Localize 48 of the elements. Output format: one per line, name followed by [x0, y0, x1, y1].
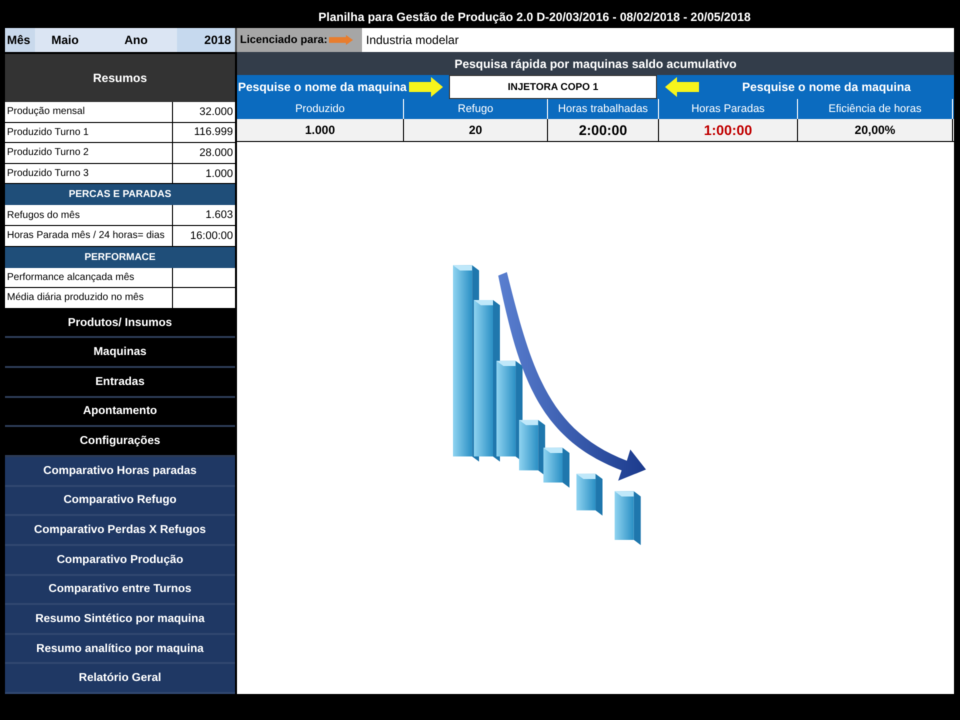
menu-button[interactable]: Relatório Geral: [5, 664, 235, 694]
menu-button[interactable]: Comparativo Produção: [5, 546, 235, 576]
section-heading: PERFORMACE: [5, 246, 235, 268]
menu-button[interactable]: Comparativo Refugo: [5, 486, 235, 516]
window-title: Planilha para Gestão de Produção 2.0 D-20/03/2016 - 08/02/2018 - 20/05/2018: [317, 10, 751, 24]
table-cell: Refugos do mês: [5, 205, 173, 225]
arrow-right-icon: [329, 34, 354, 46]
menu-button[interactable]: Comparativo Horas paradas: [5, 456, 235, 487]
down-arrow-icon: [498, 272, 646, 481]
table-cell: Produzido Turno 3: [5, 164, 173, 184]
table-cell: 2:00:00: [548, 119, 659, 141]
table-cell-text: 1.603: [204, 208, 234, 224]
month-value[interactable]: Maio: [35, 28, 95, 52]
menu-button[interactable]: Resumo analítico por maquina: [5, 634, 235, 664]
menu-button[interactable]: Resumo Sintético por maquina: [5, 605, 235, 635]
search-title: Pesquisa rápida por maquinas saldo acumulativo: [237, 52, 954, 75]
chart-bar: [576, 474, 602, 516]
chart-bar: [542, 448, 569, 488]
license-label: Licenciado para:: [240, 34, 328, 46]
year-value[interactable]: 2018: [177, 28, 235, 52]
chart-bar: [614, 491, 640, 546]
table-cell-text: 116.999: [193, 125, 234, 140]
arrow-left-icon: [665, 77, 699, 97]
table-cell: 20: [404, 119, 548, 141]
table-cell-text: 16:00:00: [189, 228, 234, 244]
table-cell: Produção mensal: [5, 102, 173, 122]
table-cell: Produzido Turno 2: [5, 143, 173, 163]
table-cell: Produzido Turno 1: [5, 122, 173, 142]
summary-title: Resumos: [92, 71, 148, 85]
table-cell: Performance alcançada mês: [5, 268, 173, 288]
table-cell: 20,00%: [798, 119, 953, 141]
year-label: Ano: [95, 28, 177, 52]
table-cell: Média diária produzido no mês: [5, 288, 173, 308]
search-hint: Pesquise o nome da maquina: [238, 80, 407, 94]
table-cell-text: 32.000: [198, 104, 234, 120]
menu-button[interactable]: Comparativo entre Turnos: [5, 576, 235, 606]
table-cell-text: 28.000: [198, 146, 234, 161]
license-value: Industria modelar: [365, 32, 459, 49]
arrow-right-icon: [409, 77, 443, 97]
table-cell: 1:00:00: [659, 119, 798, 141]
menu-button[interactable]: Comparativo Perdas X Refugos: [5, 516, 235, 546]
section-heading: PERCAS E PARADAS: [5, 184, 235, 206]
table-cell: Horas Parada mês / 24 horas= dias: [5, 226, 173, 246]
search-hint: Pesquise o nome da maquina: [741, 80, 912, 94]
table-cell-text: 1.000: [204, 166, 234, 182]
search-field[interactable]: INJETORA COPO 1: [449, 75, 657, 99]
table-cell: 1.000: [237, 119, 404, 141]
month-label: Mês: [5, 28, 35, 52]
